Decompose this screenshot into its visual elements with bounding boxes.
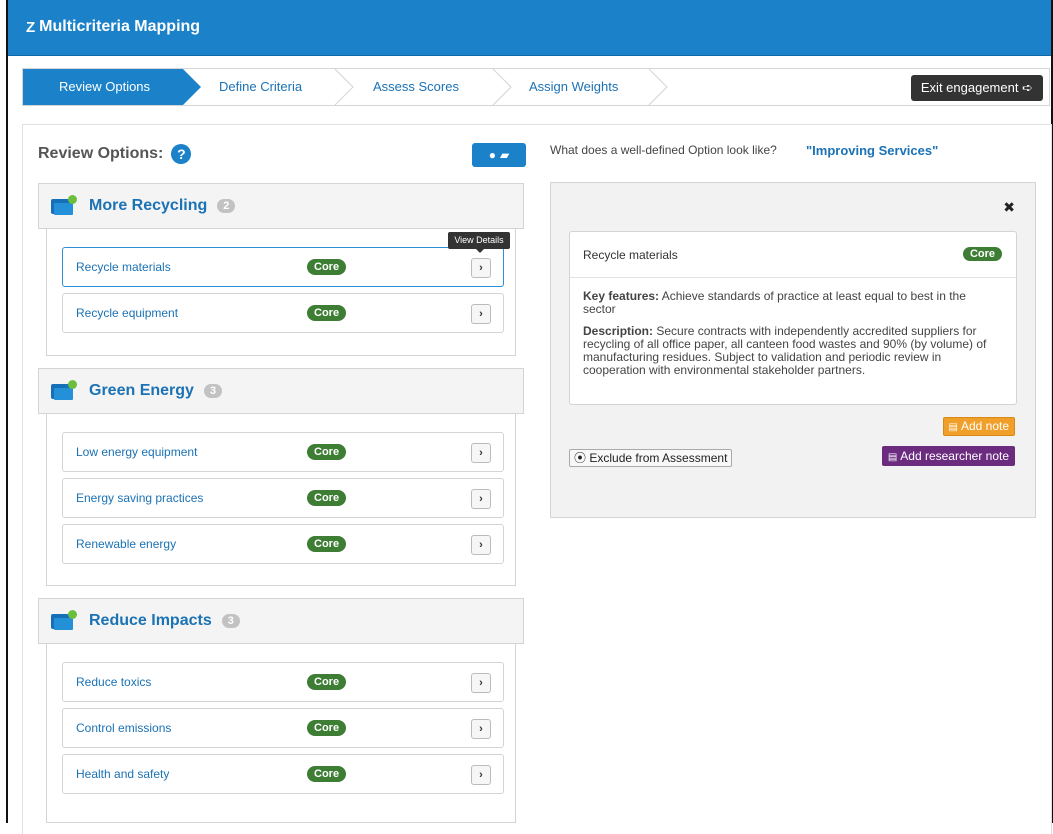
window-border-left [6, 0, 8, 823]
exit-engagement-button[interactable]: Exit engagement ➪ [910, 75, 1043, 101]
key-features-label: Key features: [583, 289, 660, 303]
step-define-criteria[interactable]: Define Criteria [219, 69, 302, 105]
core-badge: Core [307, 444, 347, 460]
folder-open-icon: ▰ [500, 148, 510, 162]
view-details-button[interactable]: › [471, 304, 491, 324]
option-label: Energy saving practices [76, 491, 204, 505]
core-badge: Core [307, 305, 347, 321]
option-health-and-safety[interactable]: Health and safety Core › [62, 754, 504, 794]
guidance-question: What does a well-defined Option look lik… [550, 143, 777, 157]
folder-icon [51, 195, 77, 215]
step-label: Assess Scores [373, 79, 459, 94]
note-icon: ▤ [887, 452, 898, 463]
review-title-text: Review Options: [38, 145, 164, 162]
option-control-emissions[interactable]: Control emissions Core › [62, 708, 504, 748]
researcher-note-label: Add researcher note [900, 449, 1009, 463]
detail-title: Recycle materials [583, 248, 678, 262]
core-badge: Core [307, 674, 347, 690]
key-features: Key features: Achieve standards of pract… [583, 290, 1000, 316]
add-researcher-note-button[interactable]: ▤ Add researcher note [881, 446, 1015, 466]
option-renewable-energy[interactable]: Renewable energy Core › [62, 524, 504, 564]
sign-out-icon: ➪ [1022, 80, 1033, 95]
logo-icon: Z [26, 18, 36, 36]
option-detail-panel: ✖ Recycle materials Core Key features: A… [550, 182, 1036, 518]
note-icon: ▤ [948, 422, 958, 433]
step-assign-weights[interactable]: Assign Weights [529, 69, 618, 105]
app-title: Z Multicriteria Mapping [26, 18, 200, 36]
view-details-button[interactable]: › [471, 719, 491, 739]
app-header: Z Multicriteria Mapping [8, 0, 1051, 56]
step-assess-scores[interactable]: Assess Scores [373, 69, 459, 105]
view-details-button[interactable]: › [471, 535, 491, 555]
question-circle-icon[interactable]: ? [171, 144, 192, 164]
option-label: Recycle equipment [76, 306, 179, 320]
folder-icon [51, 610, 77, 630]
option-low-energy-equipment[interactable]: Low energy equipment Core › [62, 432, 504, 472]
step-separator-icon [492, 69, 512, 105]
group-header-more-recycling[interactable]: More Recycling 2 [38, 183, 524, 229]
description: Description: Secure contracts with indep… [583, 325, 1000, 377]
option-label: Recycle materials [76, 260, 171, 274]
option-recycle-equipment[interactable]: Recycle equipment Core › [62, 293, 504, 333]
exit-label: Exit engagement [920, 80, 1019, 95]
core-badge: Core [307, 766, 347, 782]
group-header-green-energy[interactable]: Green Energy 3 [38, 368, 524, 414]
step-separator-icon [648, 69, 668, 105]
count-badge: 3 [221, 614, 240, 628]
count-badge: 3 [203, 384, 223, 398]
option-label: Reduce toxics [76, 675, 152, 689]
review-options-heading: Review Options: ? [38, 144, 192, 164]
option-energy-saving-practices[interactable]: Energy saving practices Core › [62, 478, 504, 518]
step-label: Define Criteria [219, 79, 303, 94]
group-title: Reduce Impacts [89, 612, 212, 629]
add-option-group-button[interactable]: ● ▰ [472, 143, 526, 167]
option-reduce-toxics[interactable]: Reduce toxics Core › [62, 662, 504, 702]
step-review-options[interactable]: Review Options [23, 69, 201, 105]
view-details-button[interactable]: › [471, 489, 491, 509]
add-note-label: Add note [960, 419, 1009, 433]
group-title: More Recycling [89, 197, 208, 214]
option-label: Health and safety [76, 767, 170, 781]
group-header-reduce-impacts[interactable]: Reduce Impacts 3 [38, 598, 524, 644]
wizard-steps: Review Options Define Criteria Assess Sc… [22, 68, 1050, 106]
option-label: Renewable energy [76, 537, 177, 551]
view-details-button[interactable]: › [471, 673, 491, 693]
add-note-button[interactable]: ▤ Add note [942, 417, 1015, 436]
option-recycle-materials[interactable]: Recycle materials Core › [62, 247, 504, 287]
count-badge: 2 [217, 199, 236, 213]
core-badge: Core [962, 247, 1002, 261]
divider [570, 277, 1016, 278]
core-badge: Core [307, 490, 347, 506]
folder-icon [51, 380, 77, 400]
exclude-from-assessment-button[interactable]: ⦿ Exclude from Assessment [569, 449, 733, 467]
group-title: Green Energy [89, 382, 194, 399]
view-details-button[interactable]: › [471, 258, 491, 278]
option-detail-card: Recycle materials Core Key features: Ach… [569, 231, 1017, 405]
step-label: Assign Weights [529, 79, 619, 94]
option-label: Low energy equipment [76, 445, 198, 459]
radio-icon: ⦿ [574, 451, 587, 465]
plus-icon: ● [488, 148, 496, 162]
step-separator-icon [334, 69, 354, 105]
core-badge: Core [307, 536, 347, 552]
exclude-label: Exclude from Assessment [589, 451, 728, 465]
view-details-tooltip: View Details [448, 232, 510, 253]
description-label: Description: [583, 324, 654, 338]
option-label: Control emissions [76, 721, 172, 735]
app-title-text: Multicriteria Mapping [39, 18, 201, 35]
view-details-button[interactable]: › [471, 765, 491, 785]
view-details-button[interactable]: › [471, 443, 491, 463]
step-label: Review Options [59, 79, 151, 94]
close-icon[interactable]: ✖ [1003, 199, 1015, 216]
core-badge: Core [307, 720, 347, 736]
core-badge: Core [307, 259, 347, 275]
example-link[interactable]: "Improving Services" [806, 143, 938, 158]
